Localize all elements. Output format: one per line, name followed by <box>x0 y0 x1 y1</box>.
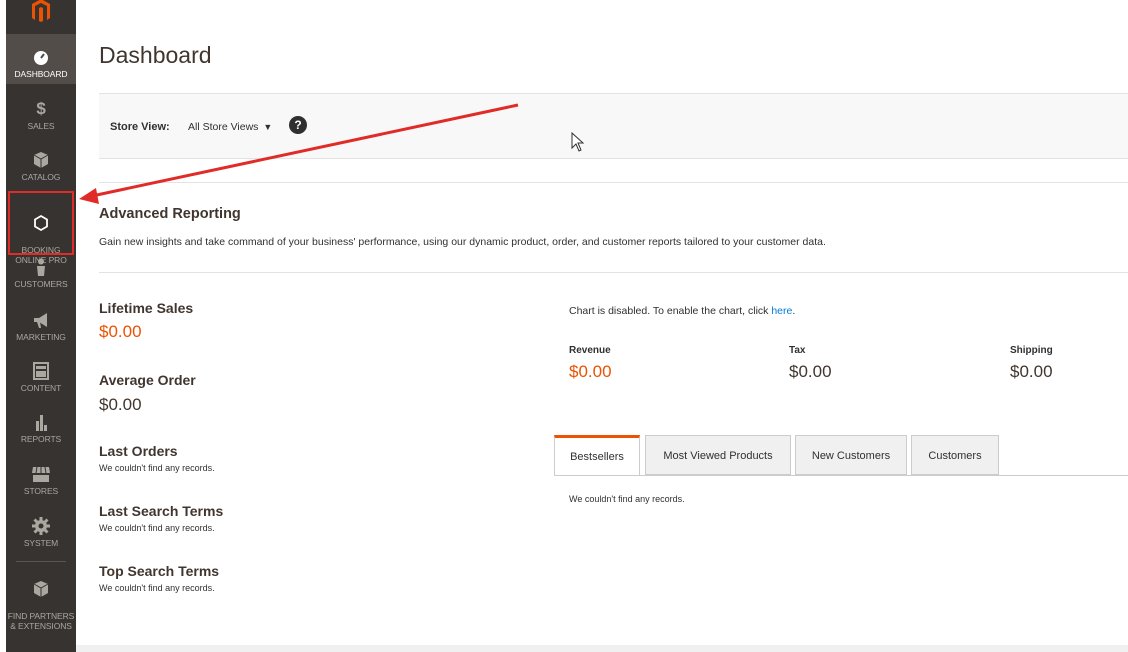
magento-logo[interactable] <box>6 0 76 30</box>
help-icon[interactable]: ? <box>289 116 307 134</box>
megaphone-icon <box>34 313 47 328</box>
last-orders-label: Last Orders <box>99 443 178 459</box>
lifetime-sales-value: $0.00 <box>99 322 142 341</box>
revenue-label: Revenue <box>569 345 611 356</box>
store-view-selected: All Store Views <box>188 121 259 133</box>
bar-chart-icon <box>36 415 47 431</box>
advanced-reporting-title[interactable]: Advanced Reporting <box>99 206 241 222</box>
box-icon <box>33 152 49 168</box>
page-footer-strip <box>76 645 1128 652</box>
sidebar-item-catalog[interactable]: CATALOG <box>6 151 76 182</box>
tab-most-viewed-products[interactable]: Most Viewed Products <box>645 435 791 475</box>
sidebar-item-content[interactable]: CONTENT <box>6 362 76 393</box>
sidebar-item-label: DASHBOARD <box>14 69 68 79</box>
last-orders-empty: We couldn't find any records. <box>99 463 215 473</box>
advanced-reporting-description: Gain new insights and take command of yo… <box>99 236 826 248</box>
sidebar-item-reports[interactable]: REPORTS <box>6 413 76 444</box>
sidebar-item-label: STORES <box>23 486 59 496</box>
enable-chart-link[interactable]: here <box>771 305 792 317</box>
average-order-label: Average Order <box>99 372 196 388</box>
store-view-label: Store View: <box>110 121 170 133</box>
dollar-icon: $ <box>36 99 46 118</box>
gear-icon <box>32 517 50 535</box>
sidebar-item-label: CATALOG <box>21 172 61 182</box>
chart-disabled-text: Chart is disabled. To enable the chart, … <box>569 305 772 317</box>
person-icon <box>37 258 45 276</box>
tab-empty-message: We couldn't find any records. <box>569 494 685 504</box>
revenue-value: $0.00 <box>569 362 612 381</box>
sidebar-item-label: REPORTS <box>20 434 62 444</box>
sidebar-item-customers[interactable]: CUSTOMERS <box>6 258 76 289</box>
store-view-dropdown[interactable]: All Store Views ▼ <box>188 121 272 133</box>
sidebar-item-stores[interactable]: STORES <box>6 465 76 496</box>
chart-disabled-suffix: . <box>792 305 796 317</box>
sidebar-item-find-partners[interactable]: FIND PARTNERS & EXTENSIONS <box>6 570 76 631</box>
tax-value: $0.00 <box>789 362 832 381</box>
sidebar-item-label: CONTENT <box>20 383 62 393</box>
last-search-terms-empty: We couldn't find any records. <box>99 523 215 533</box>
sidebar-item-label: SALES <box>27 121 55 131</box>
tab-customers[interactable]: Customers <box>911 435 999 475</box>
shipping-value: $0.00 <box>1010 362 1053 381</box>
sidebar-item-marketing[interactable]: MARKETING <box>6 311 76 342</box>
section-divider <box>99 182 1128 183</box>
magento-logo-icon <box>32 0 50 22</box>
sidebar-item-dashboard[interactable]: DASHBOARD <box>6 34 76 84</box>
dashboard-main: Dashboard Store View: All Store Views ▼ ?… <box>76 0 1128 652</box>
sidebar-item-label: MARKETING <box>16 332 66 342</box>
caret-down-icon: ▼ <box>263 122 273 132</box>
sidebar-item-sales[interactable]: $ SALES <box>6 99 76 132</box>
admin-sidebar: DASHBOARD $ SALES CATALOG BOOKING ONLINE… <box>6 0 76 652</box>
top-search-terms-empty: We couldn't find any records. <box>99 583 215 593</box>
hexagon-icon <box>34 214 48 232</box>
page-title: Dashboard <box>99 42 212 68</box>
sidebar-item-label: CUSTOMERS <box>14 279 68 289</box>
top-search-terms-label: Top Search Terms <box>99 563 220 579</box>
store-switcher-bar: Store View: All Store Views ▼ ? <box>99 93 1128 159</box>
partners-icon <box>33 581 49 597</box>
last-search-terms-label: Last Search Terms <box>99 503 224 519</box>
sidebar-item-label: FIND PARTNERS & EXTENSIONS <box>7 611 75 631</box>
tab-new-customers[interactable]: New Customers <box>795 435 907 475</box>
tab-bestsellers[interactable]: Bestsellers <box>554 435 640 475</box>
chart-disabled-note: Chart is disabled. To enable the chart, … <box>569 305 795 317</box>
shipping-label: Shipping <box>1010 345 1053 356</box>
tax-label: Tax <box>789 345 806 356</box>
lifetime-sales-label: Lifetime Sales <box>99 300 194 316</box>
sidebar-item-label: SYSTEM <box>23 538 59 548</box>
layout-icon <box>33 362 49 380</box>
sidebar-item-system[interactable]: SYSTEM <box>6 517 76 548</box>
store-icon <box>32 466 50 482</box>
tabs-underline <box>554 475 1128 476</box>
sidebar-item-booking-online-pro[interactable]: BOOKING ONLINE PRO <box>6 204 76 265</box>
average-order-value: $0.00 <box>99 395 142 414</box>
dashboard-icon <box>34 51 48 65</box>
sidebar-divider <box>16 561 66 562</box>
section-divider <box>99 272 1128 273</box>
